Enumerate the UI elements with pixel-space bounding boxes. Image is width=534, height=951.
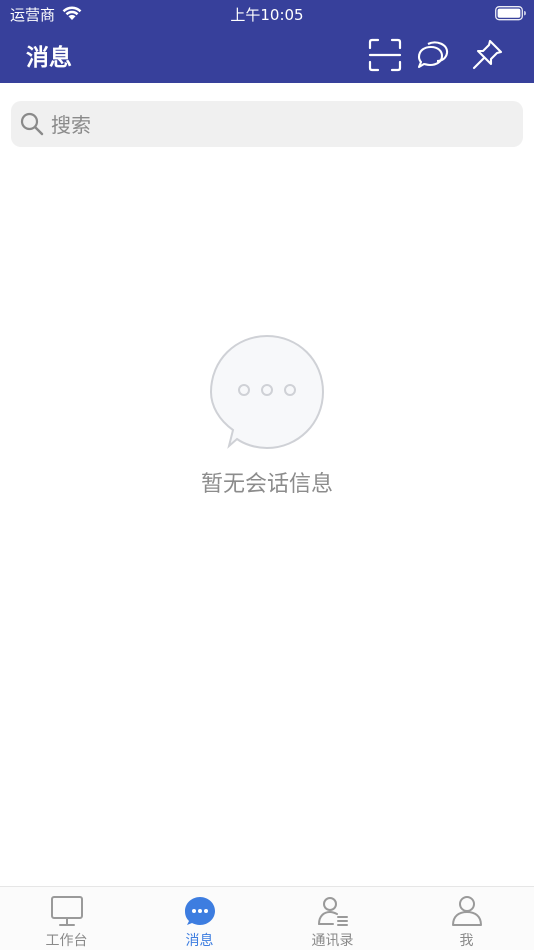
chat-bubbles-icon[interactable] bbox=[416, 38, 450, 72]
battery-icon bbox=[495, 6, 526, 21]
contacts-icon bbox=[317, 897, 348, 926]
pin-icon[interactable] bbox=[470, 38, 504, 72]
tab-me[interactable]: 我 bbox=[400, 887, 533, 951]
page-title: 消息 bbox=[26, 45, 72, 71]
chat-icon bbox=[184, 897, 215, 925]
tab-workbench[interactable]: 工作台 bbox=[0, 887, 133, 951]
empty-state-text: 暂无会话信息 bbox=[200, 472, 333, 497]
person-icon bbox=[451, 896, 482, 926]
status-bar: 运营商 上午10:05 bbox=[0, 0, 534, 28]
tab-label: 消息 bbox=[185, 933, 214, 949]
search-bar[interactable] bbox=[11, 101, 523, 147]
search-icon bbox=[20, 112, 44, 136]
app-header: 运营商 上午10:05 消息 bbox=[0, 0, 534, 83]
monitor-icon bbox=[50, 896, 83, 926]
tab-messages[interactable]: 消息 bbox=[133, 887, 266, 951]
status-time: 上午10:05 bbox=[230, 6, 304, 24]
scan-icon[interactable] bbox=[368, 38, 402, 72]
tab-label: 通讯录 bbox=[311, 933, 354, 949]
tab-contacts[interactable]: 通讯录 bbox=[266, 887, 399, 951]
chat-bubble-ellipsis-icon bbox=[209, 334, 325, 450]
tab-label: 我 bbox=[459, 933, 474, 949]
tab-label: 工作台 bbox=[45, 933, 88, 949]
search-input[interactable] bbox=[49, 109, 513, 141]
tab-bar: 工作台 消息 通讯录 我 bbox=[0, 886, 534, 950]
